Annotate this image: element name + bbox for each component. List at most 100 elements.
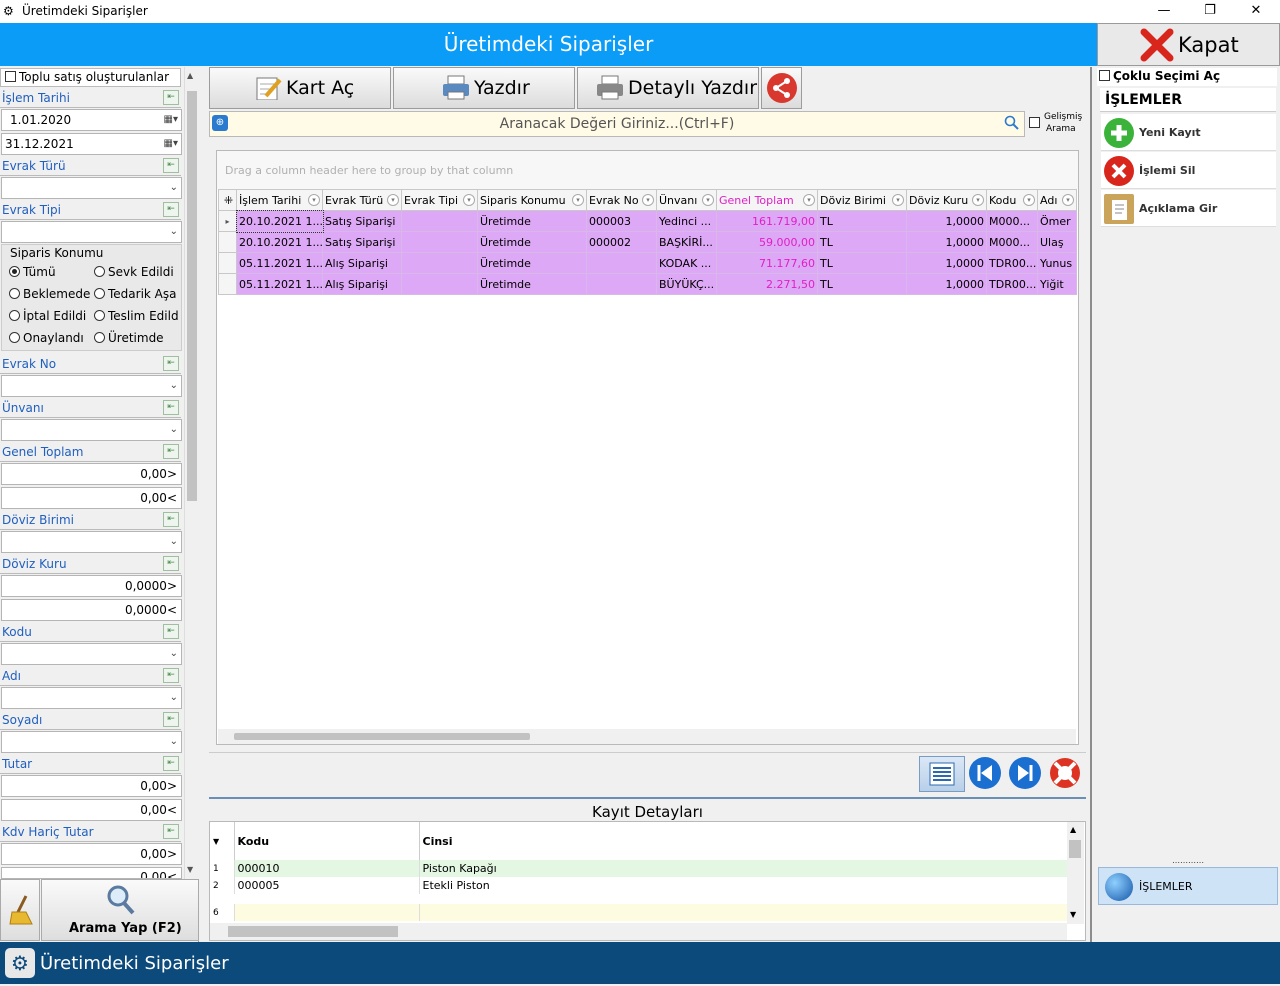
- filter-toggle-icon[interactable]: ⇤: [163, 512, 179, 527]
- table-cell[interactable]: 05.11.2021 1...: [236, 252, 323, 274]
- table-cell[interactable]: Üretimde: [477, 210, 587, 232]
- table-cell[interactable]: Üretimde: [477, 273, 587, 295]
- table-cell[interactable]: TL: [817, 210, 907, 232]
- column-filter-icon[interactable]: ▾: [892, 194, 904, 206]
- left-scrollbar[interactable]: ▲ ▼: [184, 67, 199, 879]
- details-horizontal-scrollbar[interactable]: [210, 923, 1067, 940]
- column-filter-icon[interactable]: ▾: [803, 194, 815, 206]
- column-selector[interactable]: ⁜: [218, 189, 237, 211]
- last-record-button[interactable]: [1008, 756, 1044, 790]
- help-lifebuoy-button[interactable]: [1048, 756, 1084, 790]
- column-filter-icon[interactable]: ▾: [702, 194, 714, 206]
- row-indicator[interactable]: [218, 252, 237, 274]
- filter-toggle-icon[interactable]: ⇤: [163, 756, 179, 771]
- doviz-kuru-max[interactable]: 0,0000<: [1, 599, 182, 621]
- table-cell[interactable]: [586, 252, 657, 274]
- column-header[interactable]: Adı ▾: [1037, 189, 1077, 211]
- row-indicator[interactable]: ▸: [218, 210, 237, 232]
- column-filter-icon[interactable]: ▾: [308, 194, 320, 206]
- clear-filter-button[interactable]: [0, 879, 40, 941]
- grid-horizontal-scrollbar[interactable]: [218, 729, 1076, 744]
- scroll-down-icon[interactable]: ▼: [1070, 910, 1076, 919]
- table-cell[interactable]: TL: [817, 231, 907, 253]
- chevron-down-icon[interactable]: ⌄: [170, 376, 178, 396]
- table-cell[interactable]: BÜYÜKÇ...: [656, 273, 717, 295]
- table-cell[interactable]: Yiğit: [1037, 273, 1077, 295]
- table-cell[interactable]: KODAK ...: [656, 252, 717, 274]
- column-header[interactable]: İşlem Tarihi ▾: [236, 189, 323, 211]
- table-cell[interactable]: [401, 231, 478, 253]
- radio-sevk-edildi[interactable]: Sevk Edildi: [94, 265, 174, 279]
- column-header[interactable]: Döviz Kuru ▾: [906, 189, 987, 211]
- table-cell[interactable]: 2.271,50: [716, 273, 818, 295]
- tutar-max[interactable]: 0,00<: [1, 799, 182, 821]
- table-cell[interactable]: M000...: [986, 231, 1038, 253]
- kart-ac-button[interactable]: Kart Aç: [209, 67, 391, 109]
- filter-toggle-icon[interactable]: ⇤: [163, 202, 179, 217]
- coklu-secim-checkbox[interactable]: Çoklu Seçimi Aç: [1097, 68, 1277, 86]
- unvani-select[interactable]: ⌄: [1, 419, 182, 441]
- table-cell[interactable]: 05.11.2021 1...: [236, 273, 323, 295]
- table-cell[interactable]: [586, 273, 657, 295]
- table-cell[interactable]: 000002: [586, 231, 657, 253]
- adi-select[interactable]: ⌄: [1, 687, 182, 709]
- column-header[interactable]: Evrak Tipi ▾: [401, 189, 478, 211]
- table-cell[interactable]: Yunus: [1037, 252, 1077, 274]
- column-filter-icon[interactable]: ▾: [972, 194, 984, 206]
- chevron-down-icon[interactable]: ⌄: [170, 532, 178, 552]
- evrak-no-select[interactable]: ⌄: [1, 375, 182, 397]
- maximize-button[interactable]: ❐: [1187, 0, 1233, 23]
- chevron-down-icon[interactable]: ⌄: [170, 688, 178, 708]
- evrak-tipi-select[interactable]: ⌄: [1, 221, 182, 243]
- table-cell[interactable]: 1,0000: [906, 210, 987, 232]
- yeni-kayit-button[interactable]: Yeni Kayıt: [1101, 114, 1276, 151]
- row-indicator[interactable]: [218, 231, 237, 253]
- table-cell[interactable]: 71.177,60: [716, 252, 818, 274]
- table-cell[interactable]: Alış Siparişi: [322, 273, 402, 295]
- radio-beklemede[interactable]: Beklemede: [9, 287, 90, 301]
- list-view-button[interactable]: [919, 756, 965, 792]
- gelismis-arama-checkbox[interactable]: Gelişmiş Arama: [1029, 112, 1084, 138]
- genel-toplam-max[interactable]: 0,00<: [1, 487, 182, 509]
- table-cell[interactable]: 59.000,00: [716, 231, 818, 253]
- column-filter-icon[interactable]: ▾: [1023, 194, 1035, 206]
- table-cell[interactable]: 20.10.2021 1...: [235, 209, 324, 233]
- share-button[interactable]: [761, 67, 802, 109]
- table-cell[interactable]: Üretimde: [477, 252, 587, 274]
- arama-yap-button[interactable]: Arama Yap (F2): [41, 879, 199, 941]
- app-taskbar-icon[interactable]: ⚙: [5, 948, 35, 978]
- filter-toggle-icon[interactable]: ⇤: [163, 90, 179, 105]
- details-cell[interactable]: 000010: [234, 860, 420, 877]
- column-header[interactable]: Evrak No ▾: [586, 189, 657, 211]
- table-cell[interactable]: [401, 273, 478, 295]
- row-indicator[interactable]: [218, 273, 237, 295]
- checkbox-box[interactable]: [1099, 70, 1110, 81]
- kdv-max[interactable]: 0,00<: [1, 867, 182, 879]
- table-row[interactable]: ▸ 20.10.2021 1... Satış Siparişi Üretimde 00…: [218, 209, 1077, 233]
- table-cell[interactable]: 1,0000: [906, 273, 987, 295]
- first-record-button[interactable]: [968, 756, 1004, 790]
- scroll-thumb[interactable]: [228, 926, 398, 937]
- table-row[interactable]: 20.10.2021 1... Satış Siparişi Üretimde 000…: [218, 231, 1077, 253]
- details-cell[interactable]: [234, 904, 420, 921]
- column-header[interactable]: Siparis Konumu ▾: [477, 189, 587, 211]
- table-cell[interactable]: BAŞKİRİ...: [656, 231, 717, 253]
- table-cell[interactable]: Satış Siparişi: [322, 210, 402, 232]
- chevron-down-icon[interactable]: ⌄: [170, 178, 178, 198]
- magnifier-icon[interactable]: [1004, 115, 1020, 131]
- column-header[interactable]: Ünvanı ▾: [656, 189, 717, 211]
- filter-toggle-icon[interactable]: ⇤: [163, 668, 179, 683]
- filter-toggle-icon[interactable]: ⇤: [163, 624, 179, 639]
- column-filter-icon[interactable]: ▾: [642, 194, 654, 206]
- table-cell[interactable]: 1,0000: [906, 252, 987, 274]
- doviz-birimi-select[interactable]: ⌄: [1, 531, 182, 553]
- scroll-thumb[interactable]: [1069, 840, 1081, 858]
- date-from-field[interactable]: 1.01.2020 ▦▾: [1, 109, 182, 131]
- filter-toggle-icon[interactable]: ⇤: [163, 400, 179, 415]
- table-cell[interactable]: Ömer: [1037, 210, 1077, 232]
- toplu-satis-checkbox[interactable]: Toplu satış oluşturulanlar: [0, 68, 181, 87]
- table-cell[interactable]: TDR00...: [986, 252, 1038, 274]
- table-cell[interactable]: TDR00...: [986, 273, 1038, 295]
- details-cell[interactable]: 000005: [234, 877, 420, 894]
- radio-iptal[interactable]: İptal Edildi: [9, 309, 86, 323]
